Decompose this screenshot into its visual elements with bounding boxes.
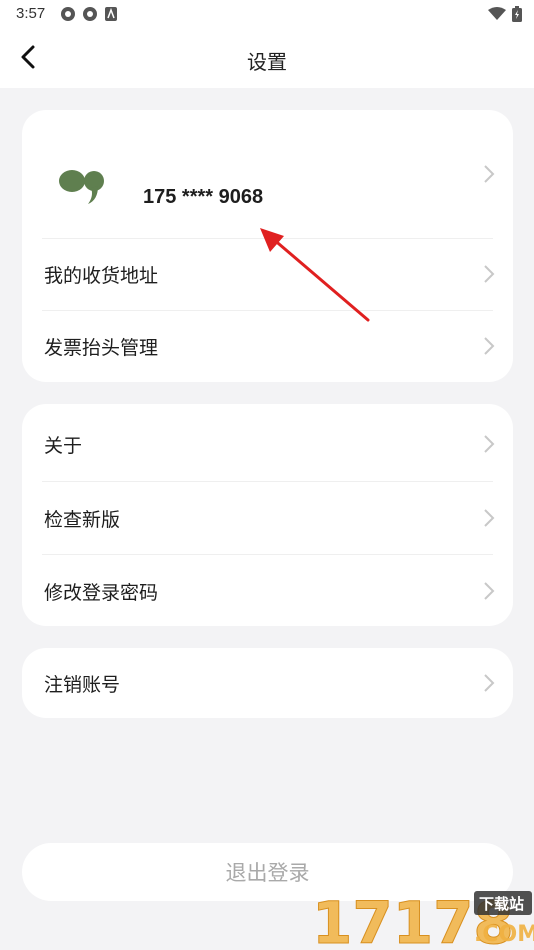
menu-item-about[interactable]: 关于 bbox=[22, 408, 513, 480]
status-time: 3:57 bbox=[16, 5, 46, 22]
chevron-right-icon bbox=[484, 674, 495, 692]
account-row[interactable]: 175 **** 9068 bbox=[22, 110, 513, 238]
vpn-key-icon bbox=[83, 7, 97, 21]
status-icons-right bbox=[488, 6, 522, 22]
wifi-icon bbox=[488, 7, 506, 20]
nav-bar: 设置 bbox=[0, 28, 534, 88]
menu-item-change-password[interactable]: 修改登录密码 bbox=[22, 555, 513, 627]
chevron-right-icon bbox=[484, 582, 495, 600]
menu-item-label: 关于 bbox=[44, 435, 83, 457]
chevron-right-icon bbox=[484, 337, 495, 355]
app-notification-icon bbox=[105, 7, 117, 21]
status-icons-left bbox=[60, 6, 118, 22]
chevron-right-icon bbox=[484, 435, 495, 453]
account-card: 175 **** 9068 我的收货地址 发票抬头管理 bbox=[22, 110, 513, 382]
menu-item-label: 注销账号 bbox=[44, 674, 121, 696]
menu-item-shipping-address[interactable]: 我的收货地址 bbox=[22, 238, 513, 310]
page-title: 设置 bbox=[247, 52, 287, 74]
menu-item-label: 检查新版 bbox=[44, 509, 121, 531]
app-settings-card: 关于 检查新版 修改登录密码 bbox=[22, 404, 513, 626]
chevron-right-icon bbox=[484, 265, 495, 283]
logout-label: 退出登录 bbox=[225, 862, 310, 885]
battery-charging-icon bbox=[512, 6, 522, 22]
site-watermark-logo: 17178 下载站 .COM bbox=[312, 889, 534, 950]
phone-number: 175 **** 9068 bbox=[143, 186, 264, 208]
menu-item-delete-account[interactable]: 注销账号 bbox=[22, 648, 513, 718]
menu-item-label: 修改登录密码 bbox=[44, 582, 159, 604]
chevron-right-icon bbox=[484, 509, 495, 527]
quote-bubble-icon bbox=[59, 170, 104, 204]
menu-item-label: 我的收货地址 bbox=[44, 265, 159, 287]
chevron-right-icon bbox=[484, 165, 495, 183]
svg-text:.COM: .COM bbox=[474, 922, 534, 947]
menu-item-invoice-title[interactable]: 发票抬头管理 bbox=[22, 310, 513, 382]
menu-item-label: 发票抬头管理 bbox=[44, 337, 159, 359]
account-deletion-card: 注销账号 bbox=[22, 648, 513, 718]
svg-text:下载站: 下载站 bbox=[479, 895, 524, 913]
vpn-key-icon bbox=[61, 7, 75, 21]
menu-item-check-update[interactable]: 检查新版 bbox=[22, 482, 513, 554]
status-bar: 3:57 bbox=[0, 0, 534, 28]
